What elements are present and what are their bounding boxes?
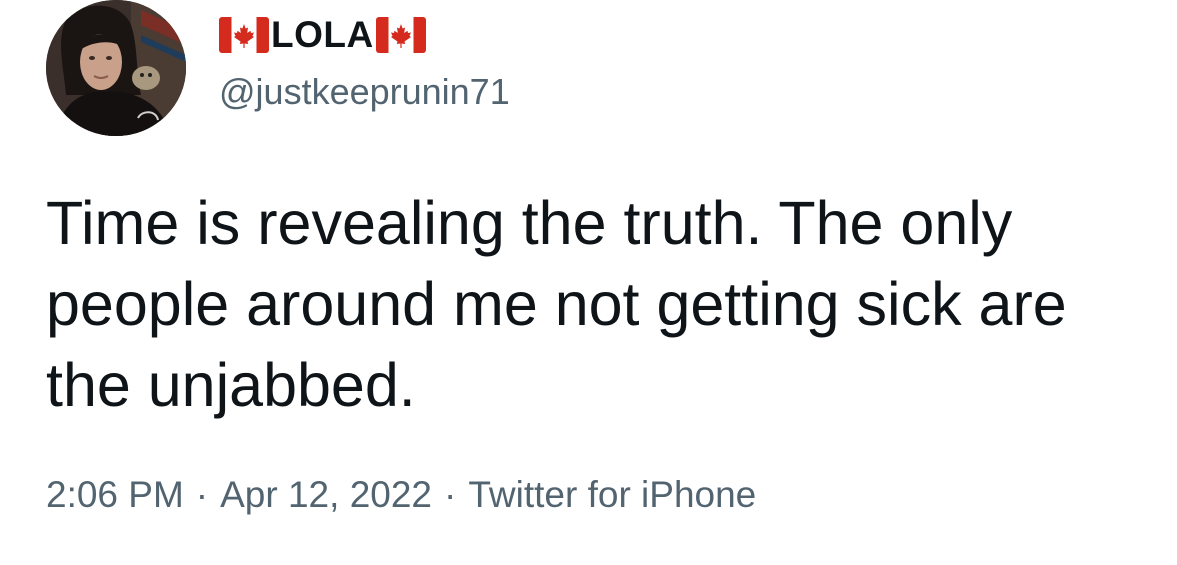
tweet-time[interactable]: 2:06 PM	[46, 474, 184, 515]
tweet-date[interactable]: Apr 12, 2022	[220, 474, 432, 515]
display-name[interactable]: LOLA	[271, 12, 374, 58]
tweet: LOLA @justkeeprunin71 Time is revealing …	[0, 0, 1177, 565]
tweet-text: Time is revealing the truth. The only pe…	[46, 189, 1067, 419]
name-row[interactable]: LOLA	[219, 12, 510, 58]
meta-separator: ·	[195, 474, 209, 515]
author-info[interactable]: LOLA @justkeeprunin71	[219, 12, 510, 112]
canada-flag-icon	[219, 17, 269, 53]
tweet-metadata: 2:06 PM · Apr 12, 2022 · Twitter for iPhone	[46, 472, 756, 518]
tweet-source[interactable]: Twitter for iPhone	[468, 474, 756, 515]
avatar[interactable]	[46, 0, 186, 136]
avatar-image	[46, 0, 186, 136]
canada-flag-icon	[375, 17, 426, 53]
meta-separator: ·	[444, 474, 457, 515]
user-handle[interactable]: @justkeeprunin71	[219, 72, 510, 112]
